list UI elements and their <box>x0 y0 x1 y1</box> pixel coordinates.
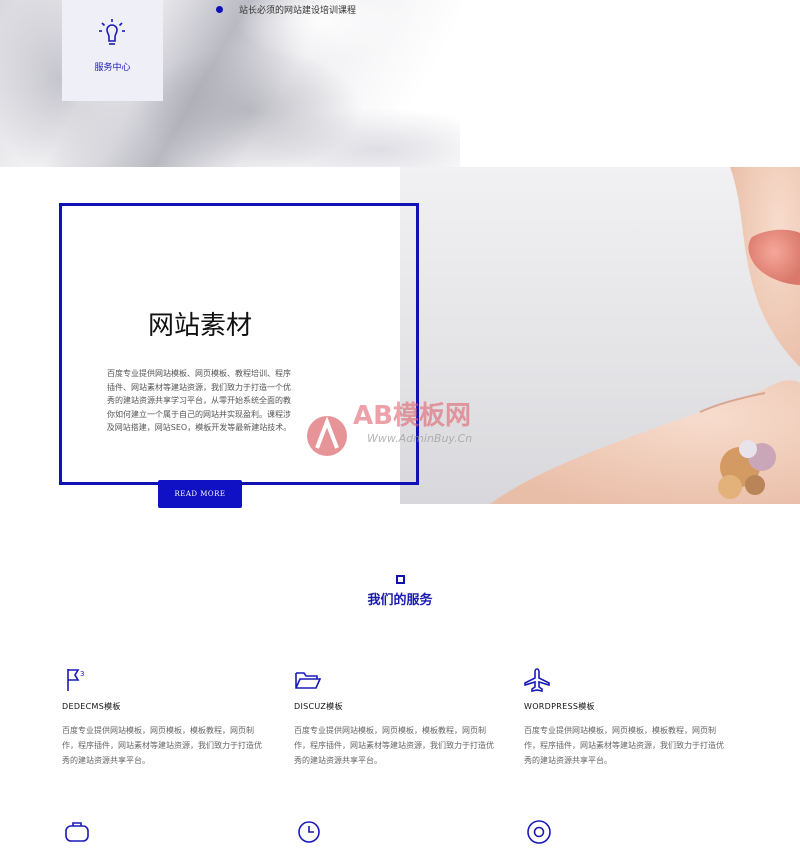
lightbulb-icon <box>98 18 126 56</box>
service-card-title: DEDECMS模板 <box>62 702 121 711</box>
target-icon <box>526 819 552 849</box>
course-text: 站长必须的网站建设培训课程 <box>239 6 357 16</box>
airplane-icon <box>524 667 724 693</box>
service-card-discuz[interactable]: DISCUZ模板 百度专业提供网站模板，网页模板，模板教程，网页制作，程序插件，… <box>294 667 494 768</box>
watermark-logo: AB模板网 Www.AdminBuy.Cn <box>305 388 515 468</box>
course-link[interactable]: 站长必须的网站建设培训课程 <box>216 3 356 16</box>
service-card-title: WORDPRESS模板 <box>524 702 595 711</box>
service-center-label: 服务中心 <box>94 63 131 73</box>
svg-text:AB模板网: AB模板网 <box>353 401 471 431</box>
bullet-dot <box>216 6 223 13</box>
service-card-text: 百度专业提供网站模板，网页模板，模板教程，网页制作，程序插件，网站素材等建站资源… <box>62 726 262 765</box>
materials-description: 百度专业提供网站模板、网页模板、教程培训、程序插件、网站素材等建站资源，我们致力… <box>106 369 292 432</box>
materials-title: 网站素材 <box>147 311 252 341</box>
service-card-text: 百度专业提供网站模板，网页模板，模板教程，网页制作，程序插件，网站素材等建站资源… <box>294 726 494 765</box>
services-heading: 我们的服务 <box>367 593 433 608</box>
briefcase-icon <box>64 820 90 848</box>
clock-icon <box>297 820 321 848</box>
read-more-button[interactable]: READ MORE <box>158 480 242 508</box>
service-card-dedecms[interactable]: 3 DEDECMS模板 百度专业提供网站模板，网页模板，模板教程，网页制作，程序… <box>62 667 262 768</box>
svg-text:Www.AdminBuy.Cn: Www.AdminBuy.Cn <box>367 432 472 445</box>
folder-open-icon <box>294 667 494 693</box>
service-center-card[interactable]: 服务中心 <box>62 0 163 101</box>
service-card-wordpress[interactable]: WORDPRESS模板 百度专业提供网站模板，网页模板，模板教程，网页制作，程序… <box>524 667 724 768</box>
service-card-title: DISCUZ模板 <box>294 702 343 711</box>
flag-icon: 3 <box>62 667 262 693</box>
service-card-text: 百度专业提供网站模板，网页模板，模板教程，网页制作，程序插件，网站素材等建站资源… <box>524 726 724 765</box>
hero-banner: 服务中心 站长必须的网站建设培训课程 <box>0 0 800 167</box>
section-marker <box>396 575 405 584</box>
svg-text:3: 3 <box>80 670 84 678</box>
